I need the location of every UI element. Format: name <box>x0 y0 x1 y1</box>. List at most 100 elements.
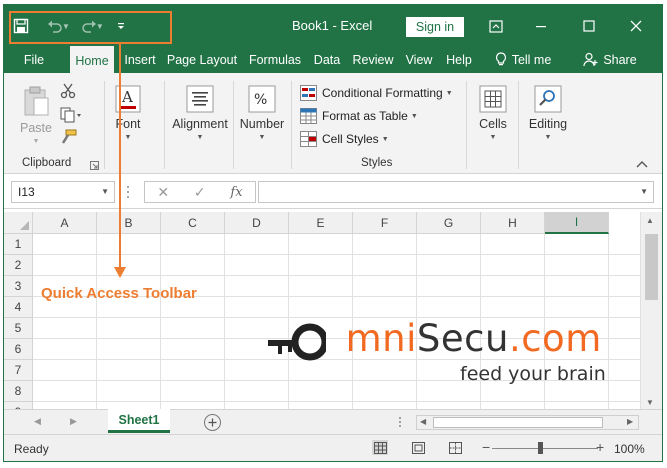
cut-icon[interactable] <box>60 83 76 102</box>
quick-access-toolbar: ▼ ▼ <box>10 13 132 39</box>
tab-data[interactable]: Data <box>310 46 344 73</box>
page-break-preview-icon[interactable] <box>447 440 463 455</box>
column-header[interactable]: B <box>97 212 161 234</box>
row-header[interactable]: 7 <box>4 360 33 381</box>
row-header[interactable]: 4 <box>4 297 33 318</box>
tell-me-search[interactable]: Tell me <box>484 46 562 73</box>
tab-insert[interactable]: Insert <box>120 46 160 73</box>
zoom-out-icon[interactable]: − <box>482 439 490 455</box>
tab-formulas[interactable]: Formulas <box>246 46 304 73</box>
row-header[interactable]: 1 <box>4 234 33 255</box>
row-header[interactable]: 3 <box>4 276 33 297</box>
paste-icon <box>24 86 49 116</box>
column-header[interactable]: F <box>353 212 417 234</box>
person-icon <box>583 52 598 67</box>
name-box-dropdown-icon[interactable]: ▼ <box>101 187 109 196</box>
format-as-table-icon <box>300 108 318 124</box>
column-header[interactable]: D <box>225 212 289 234</box>
svg-text:%: % <box>254 92 267 108</box>
clipboard-launcher-icon[interactable] <box>90 159 99 173</box>
name-box[interactable]: I13 ▼ <box>11 181 115 203</box>
tab-help[interactable]: Help <box>442 46 476 73</box>
editing-button[interactable]: Editing ▼ <box>523 85 573 141</box>
tab-review[interactable]: Review <box>350 46 396 73</box>
share-button[interactable]: Share <box>578 46 642 73</box>
omnisecu-logo: OmniSecu.com feed your brain <box>266 317 616 389</box>
horizontal-scrollbar[interactable]: ◀ ▶ <box>416 415 639 430</box>
ribbon-separator <box>104 81 105 169</box>
new-sheet-button[interactable] <box>204 414 221 431</box>
row-header[interactable]: 2 <box>4 255 33 276</box>
undo-dropdown-icon[interactable]: ▼ <box>62 22 70 31</box>
formula-controls: ✕ ✓ fx <box>144 181 256 203</box>
row-header[interactable]: 6 <box>4 339 33 360</box>
paste-button[interactable]: Paste ▼ <box>20 85 52 145</box>
previous-sheet-icon[interactable]: ◀ <box>34 416 41 427</box>
sheet-tab-bar: ◀ ▶ Sheet1 ◀ ▶ <box>4 409 662 434</box>
row-header[interactable]: 8 <box>4 381 33 402</box>
status-text: Ready <box>14 442 49 456</box>
tab-page-layout[interactable]: Page Layout <box>164 46 240 73</box>
minimize-icon[interactable] <box>529 16 553 36</box>
styles-group-label: Styles <box>361 157 393 169</box>
tab-split-grip-icon[interactable] <box>398 416 402 431</box>
formula-input[interactable]: ▼ <box>258 181 654 203</box>
scroll-right-icon[interactable]: ▶ <box>627 417 633 426</box>
row-header[interactable]: 5 <box>4 318 33 339</box>
page-layout-view-icon[interactable] <box>410 440 426 455</box>
tab-view[interactable]: View <box>402 46 436 73</box>
row-header[interactable]: 9 <box>4 402 33 409</box>
tab-file[interactable]: File <box>14 46 54 73</box>
cell-styles-button[interactable]: Cell Styles ▼ <box>300 129 389 149</box>
horizontal-scroll-thumb[interactable] <box>433 417 603 428</box>
vertical-scrollbar[interactable]: ▲ ▼ <box>640 212 662 409</box>
lightbulb-icon <box>495 52 507 67</box>
column-header[interactable]: H <box>481 212 545 234</box>
next-sheet-icon[interactable]: ▶ <box>70 416 77 427</box>
zoom-level[interactable]: 100% <box>614 442 645 456</box>
excel-window: ▼ ▼ Book1 - Excel Sign in File Home Inse… <box>3 4 663 462</box>
formula-bar-grip-icon[interactable] <box>126 185 130 202</box>
maximize-icon[interactable] <box>577 16 601 36</box>
vertical-scroll-thumb[interactable] <box>645 234 658 300</box>
sign-in-button[interactable]: Sign in <box>406 17 464 37</box>
share-label: Share <box>603 52 637 67</box>
column-header[interactable]: A <box>33 212 97 234</box>
zoom-in-icon[interactable]: + <box>596 439 604 455</box>
enter-icon[interactable]: ✓ <box>194 184 206 201</box>
scroll-down-icon[interactable]: ▼ <box>646 398 654 407</box>
select-all-button[interactable] <box>4 212 33 234</box>
tab-home[interactable]: Home <box>70 46 114 75</box>
conditional-formatting-button[interactable]: Conditional Formatting ▼ <box>300 83 453 103</box>
collapse-ribbon-icon[interactable] <box>636 157 648 171</box>
format-as-table-button[interactable]: Format as Table ▼ <box>300 106 418 126</box>
close-icon[interactable] <box>624 16 648 36</box>
scroll-up-icon[interactable]: ▲ <box>646 216 654 225</box>
redo-dropdown-icon[interactable]: ▼ <box>96 22 104 31</box>
zoom-slider[interactable] <box>492 448 598 449</box>
format-painter-icon[interactable] <box>60 129 78 148</box>
ribbon-display-options-icon[interactable] <box>484 16 508 36</box>
column-header[interactable]: E <box>289 212 353 234</box>
save-icon[interactable] <box>10 15 32 37</box>
scroll-left-icon[interactable]: ◀ <box>420 417 426 426</box>
logo-tagline: feed your brain <box>460 363 606 385</box>
sheet-tab-sheet1[interactable]: Sheet1 <box>108 409 170 433</box>
cell-styles-icon <box>300 131 318 147</box>
cancel-icon[interactable]: ✕ <box>157 184 169 201</box>
column-header-selected[interactable]: I <box>545 212 609 234</box>
insert-function-icon[interactable]: fx <box>230 185 242 200</box>
alignment-button[interactable]: Alignment ▼ <box>162 85 238 141</box>
customize-dropdown-icon[interactable] <box>110 15 132 37</box>
magnifier-icon <box>534 85 562 113</box>
copy-icon[interactable] <box>60 107 82 126</box>
number-button[interactable]: % Number ▼ <box>235 85 289 141</box>
column-header[interactable]: G <box>417 212 481 234</box>
expand-formula-bar-icon[interactable]: ▼ <box>640 187 648 196</box>
normal-view-icon[interactable] <box>372 440 388 455</box>
column-header[interactable]: C <box>161 212 225 234</box>
zoom-slider-thumb[interactable] <box>538 442 543 454</box>
status-bar: Ready − + 100% <box>4 434 662 461</box>
ribbon-separator <box>291 81 292 169</box>
cells-button[interactable]: Cells ▼ <box>472 85 514 141</box>
